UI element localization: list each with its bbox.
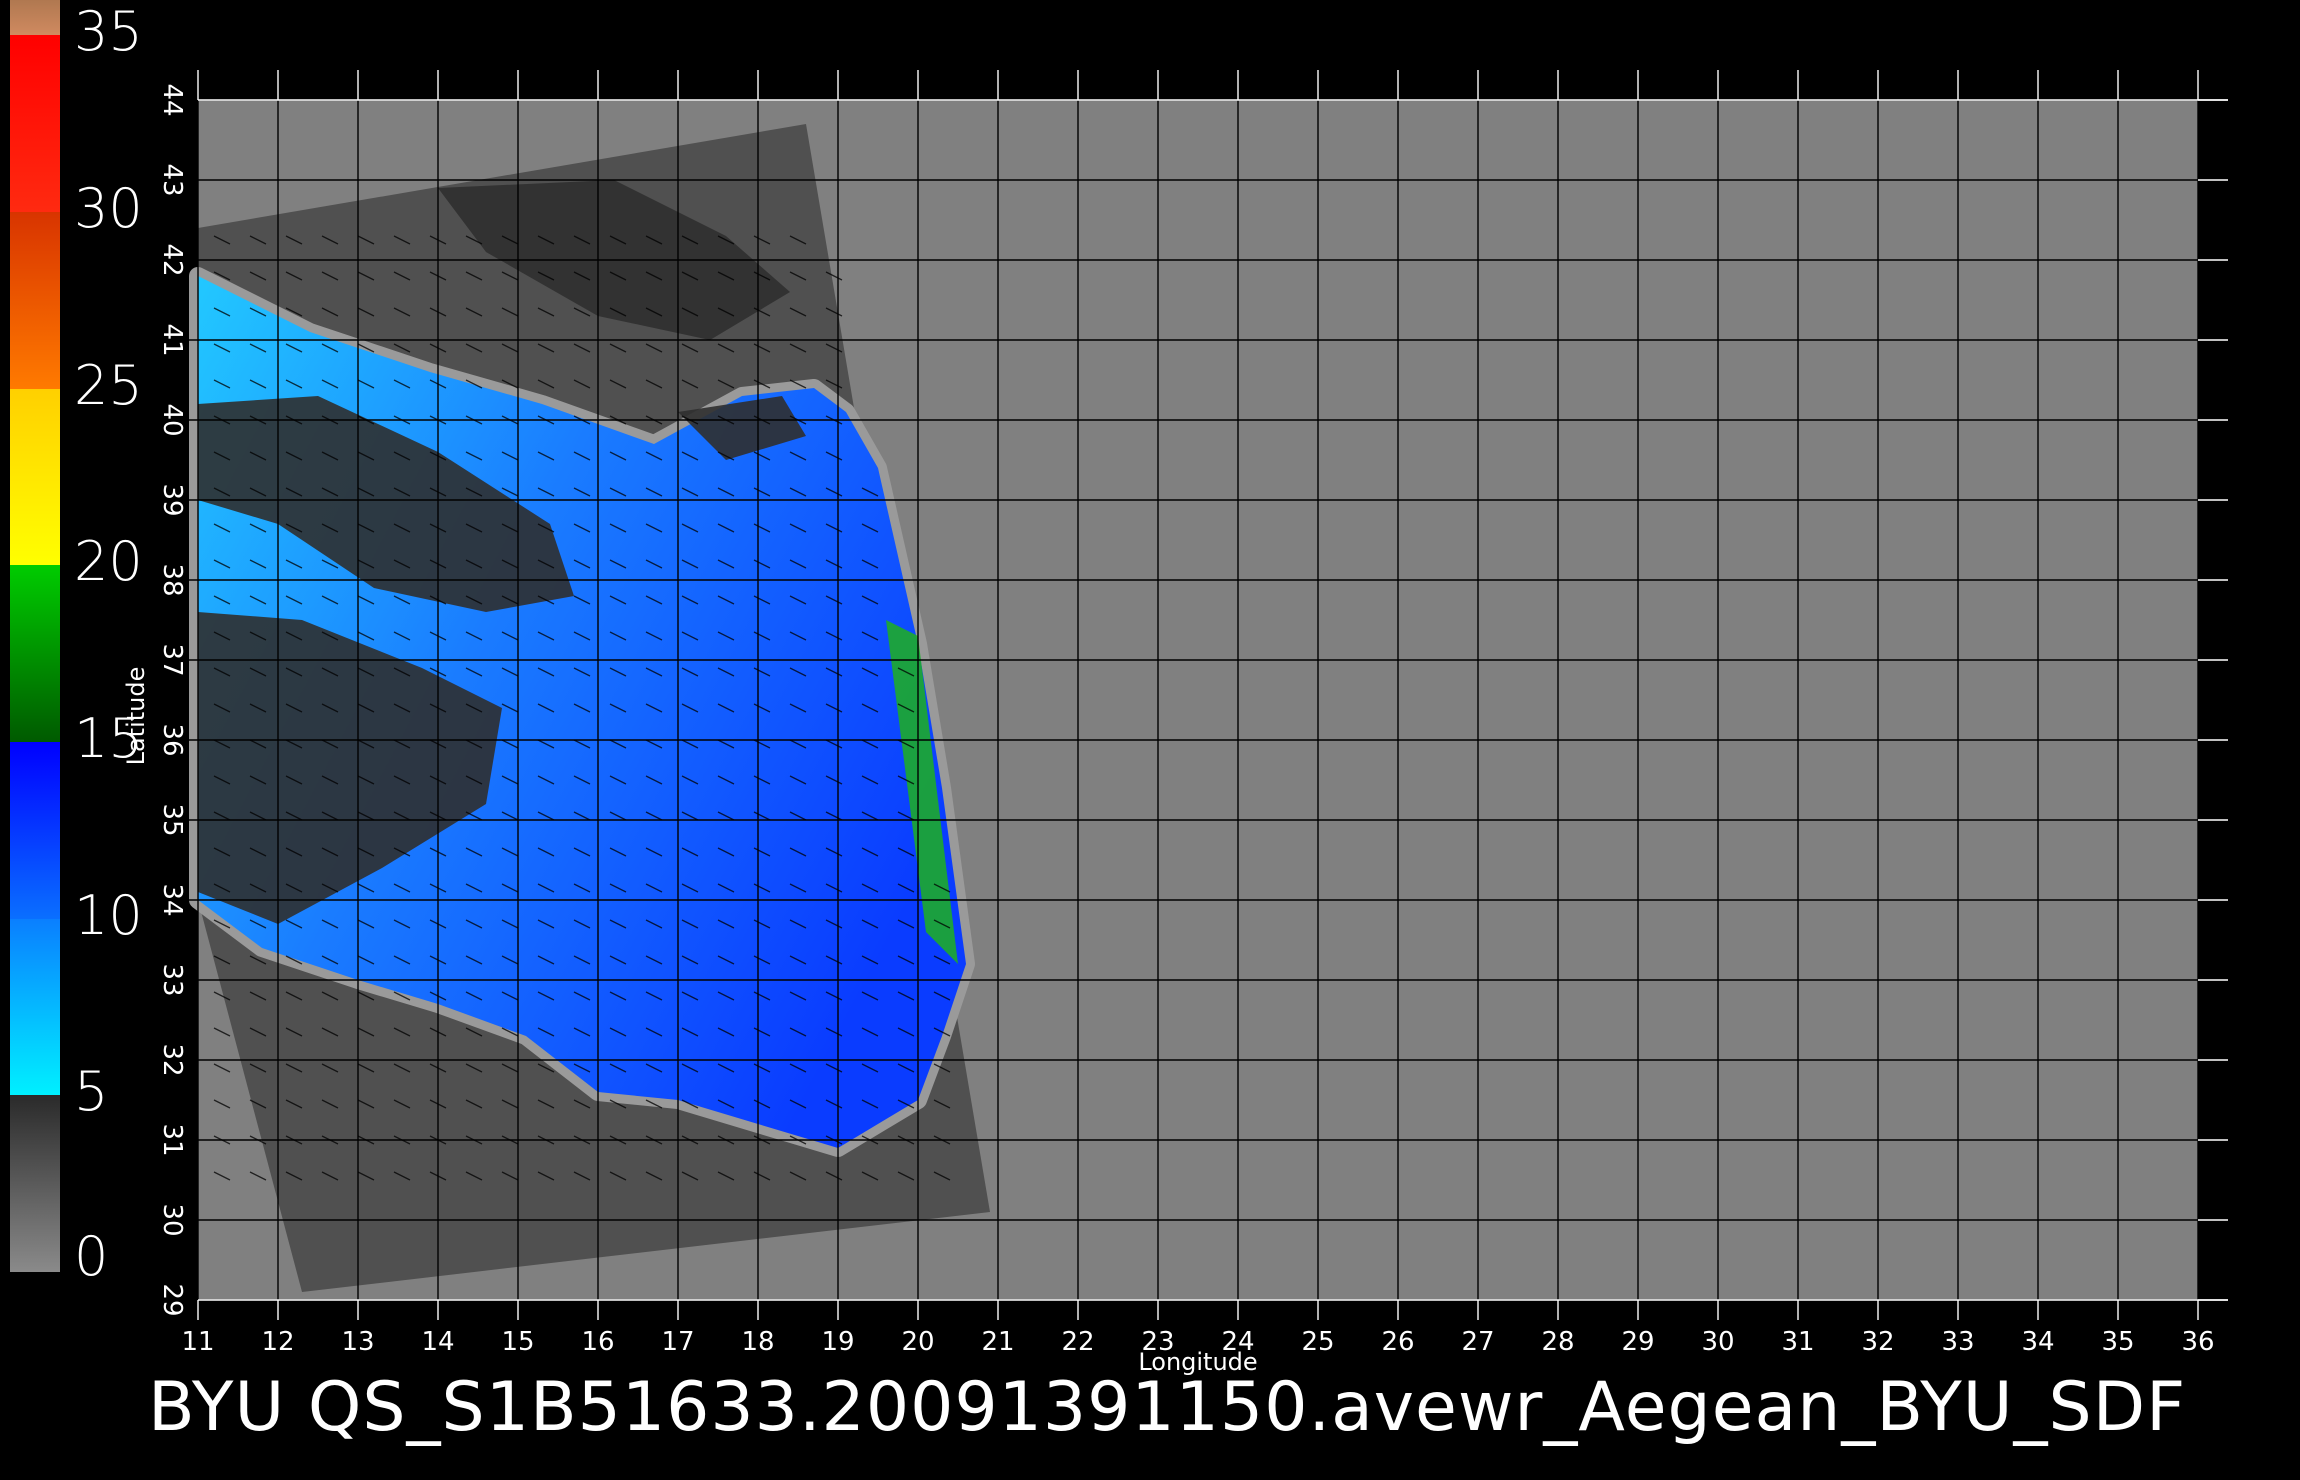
longitude-tick-label: 26 (1381, 1327, 1414, 1357)
longitude-tick-label: 32 (1861, 1327, 1894, 1357)
longitude-tick-label: 13 (341, 1327, 374, 1357)
latitude-tick-label: 34 (157, 883, 187, 916)
longitude-tick-label: 11 (181, 1327, 214, 1357)
longitude-tick-label: 30 (1701, 1327, 1734, 1357)
latitude-tick-label: 37 (157, 643, 187, 676)
longitude-tick-label: 33 (1941, 1327, 1974, 1357)
longitude-tick-label: 27 (1461, 1327, 1494, 1357)
longitude-tick-label: 16 (581, 1327, 614, 1357)
latitude-tick-label: 31 (157, 1123, 187, 1156)
longitude-tick-label: 17 (661, 1327, 694, 1357)
latitude-tick-label: 38 (157, 563, 187, 596)
longitude-tick-label: 19 (821, 1327, 854, 1357)
latitude-tick-label: 39 (157, 483, 187, 516)
longitude-tick-label: 18 (741, 1327, 774, 1357)
longitude-tick-label: 29 (1621, 1327, 1654, 1357)
longitude-tick-label: 21 (981, 1327, 1014, 1357)
latitude-tick-label: 42 (157, 243, 187, 276)
longitude-tick-label: 34 (2021, 1327, 2054, 1357)
wind-map-plot: 11 12 13 14 15 16 17 18 19 20 21 22 23 24 25 26 27 28 29 30… (122, 70, 2228, 1376)
longitude-tick-label: 15 (501, 1327, 534, 1357)
longitude-tick-label: 14 (421, 1327, 454, 1357)
longitude-tick-label: 36 (2181, 1327, 2214, 1357)
longitude-tick-label: 20 (901, 1327, 934, 1357)
y-axis-title: Latitude (122, 667, 150, 766)
longitude-tick-label: 35 (2101, 1327, 2134, 1357)
latitude-tick-label: 41 (157, 323, 187, 356)
longitude-tick-label: 12 (261, 1327, 294, 1357)
image-title: BYU QS_S1B51633.20091391150.avewr_Aegean… (148, 1368, 2187, 1447)
latitude-tick-labels: 29 30 31 32 33 34 35 36 37 38 39 40 41 42 43 44 (157, 83, 187, 1316)
longitude-tick-label: 22 (1061, 1327, 1094, 1357)
latitude-tick-label: 36 (157, 723, 187, 756)
latitude-tick-label: 35 (157, 803, 187, 836)
latitude-tick-label: 33 (157, 963, 187, 996)
longitude-tick-label: 28 (1541, 1327, 1574, 1357)
latitude-tick-label: 30 (157, 1203, 187, 1236)
latitude-tick-label: 43 (157, 163, 187, 196)
latitude-tick-label: 32 (157, 1043, 187, 1076)
longitude-tick-label: 31 (1781, 1327, 1814, 1357)
latitude-tick-label: 29 (157, 1283, 187, 1316)
latitude-tick-label: 44 (157, 83, 187, 116)
latitude-tick-label: 40 (157, 403, 187, 436)
longitude-tick-label: 25 (1301, 1327, 1334, 1357)
